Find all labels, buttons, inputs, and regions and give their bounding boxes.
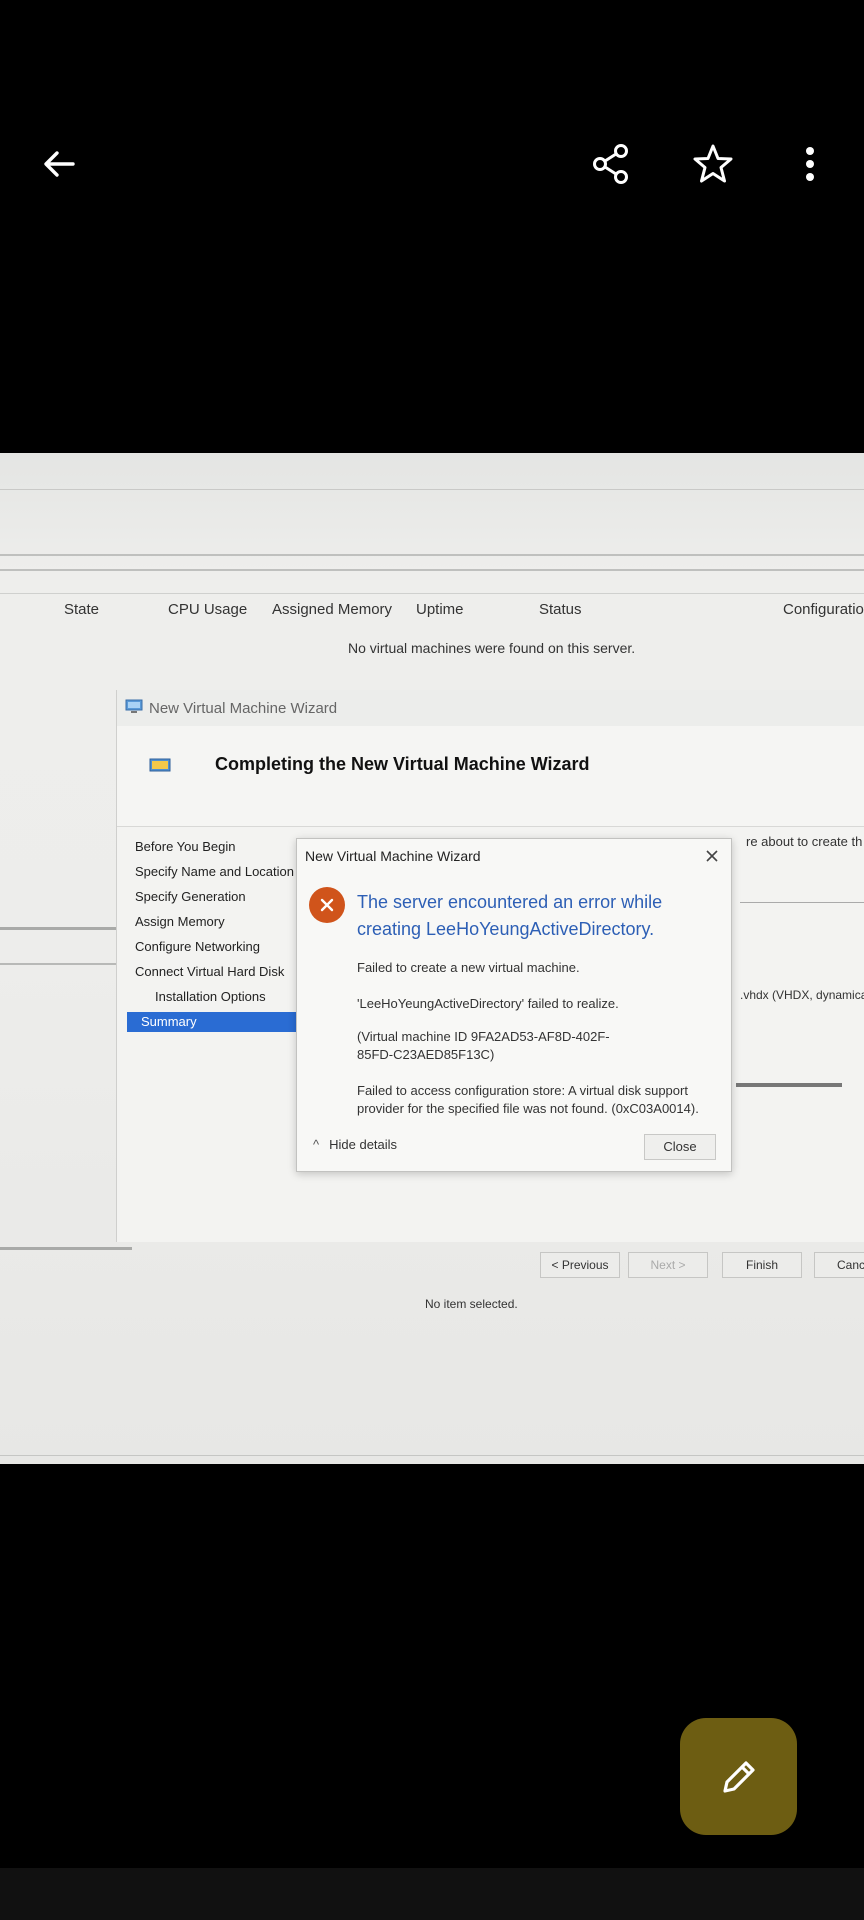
divider — [740, 902, 864, 903]
monitor-icon — [149, 758, 171, 772]
divider — [0, 569, 864, 571]
back-button[interactable] — [27, 132, 91, 196]
column-assigned-memory: Assigned Memory — [272, 601, 393, 618]
error-vm-id: (Virtual machine ID 9FA2AD53-AF8D-402F-8… — [357, 1029, 610, 1062]
favorite-button[interactable] — [681, 132, 745, 196]
error-details: Failed to access configuration store: A … — [357, 1083, 699, 1116]
divider — [0, 1455, 864, 1456]
navigation-bar — [0, 1868, 864, 1920]
divider — [0, 489, 864, 490]
viewer-top-bar — [0, 110, 864, 220]
step-connect-virtual-hard-disk[interactable]: Connect Virtual Hard Disk — [117, 959, 299, 984]
more-options-button[interactable] — [778, 132, 842, 196]
summary-disk-text: .vhdx (VHDX, dynamica — [740, 988, 864, 1002]
cancel-button[interactable]: Canc — [814, 1252, 864, 1278]
column-status: Status — [539, 601, 582, 618]
close-button[interactable]: Close — [644, 1134, 716, 1160]
empty-vm-message: No virtual machines were found on this s… — [348, 640, 636, 656]
divider — [0, 963, 132, 965]
wizard-header: Completing the New Virtual Machine Wizar… — [117, 726, 864, 827]
share-button[interactable] — [579, 132, 643, 196]
status-bar-text: No item selected. — [425, 1297, 518, 1311]
wizard-title: New Virtual Machine Wizard — [149, 700, 338, 717]
step-assign-memory[interactable]: Assign Memory — [117, 909, 299, 934]
dialog-title: New Virtual Machine Wizard — [305, 848, 481, 864]
step-configure-networking[interactable]: Configure Networking — [117, 934, 299, 959]
divider — [0, 593, 864, 594]
progress-bar — [736, 1083, 842, 1087]
divider — [0, 927, 132, 930]
share-icon — [593, 144, 628, 184]
step-before-you-begin[interactable]: Before You Begin — [117, 834, 299, 859]
close-icon — [706, 850, 718, 862]
summary-intro-text: re about to create th — [746, 834, 863, 849]
hide-details-toggle[interactable]: ^ Hide details — [313, 1137, 397, 1152]
next-button[interactable]: Next > — [628, 1252, 708, 1278]
chevron-up-icon: ^ — [313, 1137, 320, 1152]
wizard-steps-nav: Before You Begin Specify Name and Locati… — [117, 834, 299, 1032]
step-specify-name-location[interactable]: Specify Name and Location — [117, 859, 299, 884]
divider — [0, 554, 864, 556]
edit-button[interactable] — [680, 1718, 797, 1835]
wizard-heading: Completing the New Virtual Machine Wizar… — [215, 754, 590, 774]
finish-button[interactable]: Finish — [722, 1252, 802, 1278]
hide-details-label: Hide details — [329, 1137, 398, 1152]
dialog-close-button[interactable] — [699, 843, 725, 869]
column-state: State — [64, 601, 100, 618]
error-icon — [309, 887, 345, 923]
vm-column-headers: State CPU Usage Assigned Memory Uptime S… — [0, 601, 864, 625]
column-cpu-usage: CPU Usage — [168, 601, 248, 618]
column-uptime: Uptime — [416, 601, 464, 618]
photo-content: State CPU Usage Assigned Memory Uptime S… — [0, 453, 864, 1464]
column-configuration: Configuratio — [783, 601, 864, 618]
pencil-icon — [722, 1760, 755, 1793]
hyper-v-icon — [125, 699, 143, 713]
error-dialog: New Virtual Machine Wizard The server en… — [296, 838, 732, 1172]
divider — [0, 1247, 132, 1250]
error-line-1: Failed to create a new virtual machine. — [357, 960, 580, 975]
previous-button[interactable]: < Previous — [540, 1252, 620, 1278]
error-heading: The server encountered an error while cr… — [357, 892, 663, 939]
star-outline-icon — [693, 144, 733, 183]
more-vertical-icon — [806, 147, 814, 181]
step-installation-options[interactable]: Installation Options — [117, 984, 299, 1009]
wizard-titlebar: New Virtual Machine Wizard — [117, 690, 864, 727]
step-specify-generation[interactable]: Specify Generation — [117, 884, 299, 909]
error-line-2: 'LeeHoYeungActiveDirectory' failed to re… — [357, 996, 619, 1011]
step-summary[interactable]: Summary — [127, 1012, 299, 1032]
arrow-left-icon — [44, 151, 75, 177]
